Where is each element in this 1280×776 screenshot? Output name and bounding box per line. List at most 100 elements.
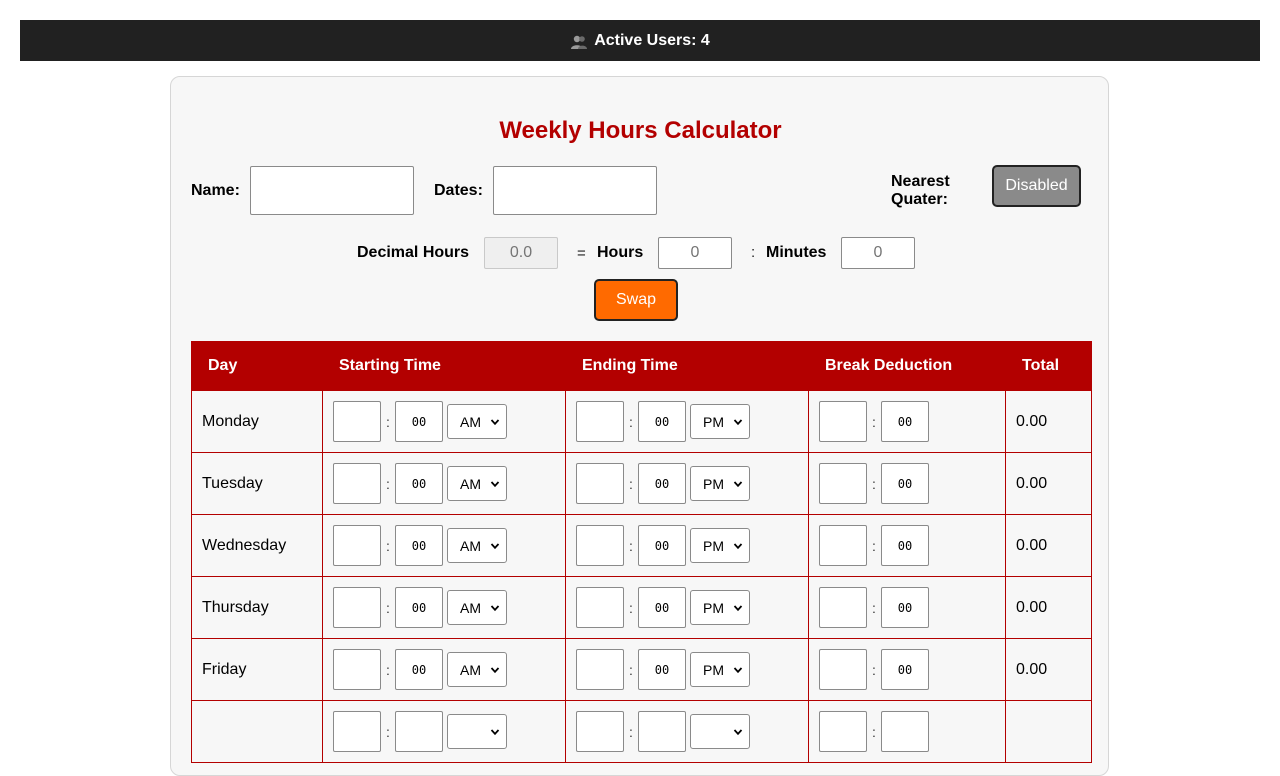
end-minute-input[interactable]: 00 xyxy=(638,587,686,628)
break-minute-input[interactable]: 00 xyxy=(881,525,929,566)
end-ampm-select[interactable]: PM xyxy=(690,404,750,439)
end-ampm-select[interactable]: PM xyxy=(690,652,750,687)
total-cell xyxy=(1005,700,1092,763)
start-minute-input[interactable]: 00 xyxy=(395,525,443,566)
weekly-hours-table: Day Starting Time Ending Time Break Dedu… xyxy=(191,341,1092,763)
start-colon: : xyxy=(386,661,390,678)
ending-time-cell: : xyxy=(565,700,809,763)
chevron-down-icon xyxy=(733,724,743,740)
break-deduction-cell: :00 xyxy=(808,452,1006,515)
name-label: Name: xyxy=(191,182,240,199)
start-minute-input[interactable] xyxy=(395,711,443,752)
nearest-quarter-label-line2: Quater: xyxy=(891,191,948,208)
end-minute-input[interactable]: 00 xyxy=(638,401,686,442)
end-hour-input[interactable] xyxy=(576,649,624,690)
chevron-down-icon xyxy=(733,476,743,492)
dates-input[interactable] xyxy=(493,166,657,215)
end-hour-input[interactable] xyxy=(576,463,624,504)
decimal-hours-input[interactable] xyxy=(484,237,558,269)
chevron-down-icon xyxy=(490,600,500,616)
swap-button[interactable]: Swap xyxy=(594,279,678,321)
break-minute-input[interactable]: 00 xyxy=(881,587,929,628)
end-ampm-select[interactable]: PM xyxy=(690,590,750,625)
end-ampm-value: PM xyxy=(703,413,724,430)
break-deduction-cell: :00 xyxy=(808,514,1006,577)
ending-time-cell: :00 PM xyxy=(565,452,809,515)
start-hour-input[interactable] xyxy=(333,401,381,442)
end-ampm-value: PM xyxy=(703,661,724,678)
start-ampm-select[interactable]: AM xyxy=(447,528,507,563)
break-hour-input[interactable] xyxy=(819,463,867,504)
end-minute-input[interactable]: 00 xyxy=(638,463,686,504)
break-minute-input[interactable] xyxy=(881,711,929,752)
end-hour-input[interactable] xyxy=(576,525,624,566)
end-minute-input[interactable] xyxy=(638,711,686,752)
start-ampm-select[interactable]: AM xyxy=(447,652,507,687)
start-minute-input[interactable]: 00 xyxy=(395,463,443,504)
total-cell: 0.00 xyxy=(1005,452,1092,515)
total-value: 0.00 xyxy=(1016,598,1048,616)
total-value: 0.00 xyxy=(1016,660,1048,678)
end-hour-input[interactable] xyxy=(576,587,624,628)
end-hour-input[interactable] xyxy=(576,711,624,752)
break-colon: : xyxy=(872,661,876,678)
end-ampm-select[interactable] xyxy=(690,714,750,749)
nearest-quarter-toggle-button[interactable]: Disabled xyxy=(992,165,1081,207)
end-colon: : xyxy=(629,599,633,616)
day-cell: Thursday xyxy=(191,576,323,639)
start-hour-input[interactable] xyxy=(333,649,381,690)
break-hour-input[interactable] xyxy=(819,587,867,628)
start-minute-input[interactable]: 00 xyxy=(395,401,443,442)
end-ampm-value: PM xyxy=(703,537,724,554)
end-colon: : xyxy=(629,537,633,554)
starting-time-cell: :00 AM xyxy=(322,576,566,639)
day-cell: Friday xyxy=(191,638,323,701)
start-minute-input[interactable]: 00 xyxy=(395,649,443,690)
end-hour-input[interactable] xyxy=(576,401,624,442)
chevron-down-icon xyxy=(490,414,500,430)
end-minute-input[interactable]: 00 xyxy=(638,525,686,566)
end-ampm-select[interactable]: PM xyxy=(690,466,750,501)
break-hour-input[interactable] xyxy=(819,649,867,690)
hours-input[interactable] xyxy=(658,237,732,269)
start-minute-input[interactable]: 00 xyxy=(395,587,443,628)
chevron-down-icon xyxy=(490,476,500,492)
day-label: Friday xyxy=(202,660,247,678)
header-starting-time: Starting Time xyxy=(322,341,566,391)
break-minute-input[interactable]: 00 xyxy=(881,463,929,504)
start-hour-input[interactable] xyxy=(333,463,381,504)
starting-time-cell: :00 AM xyxy=(322,638,566,701)
day-label: Wednesday xyxy=(202,536,287,554)
break-minute-input[interactable]: 00 xyxy=(881,649,929,690)
start-ampm-select[interactable]: AM xyxy=(447,590,507,625)
start-hour-input[interactable] xyxy=(333,587,381,628)
table-row: ::: xyxy=(191,700,1092,763)
start-ampm-select[interactable] xyxy=(447,714,507,749)
starting-time-cell: :00 AM xyxy=(322,514,566,577)
header-ending-time: Ending Time xyxy=(565,341,809,391)
chevron-down-icon xyxy=(733,662,743,678)
total-cell: 0.00 xyxy=(1005,390,1092,453)
table-row: Wednesday:00 AM:00 PM:00 0.00 xyxy=(191,514,1092,577)
day-label: Thursday xyxy=(202,598,269,616)
minutes-input[interactable] xyxy=(841,237,915,269)
end-ampm-value: PM xyxy=(703,475,724,492)
break-colon: : xyxy=(872,723,876,740)
start-ampm-select[interactable]: AM xyxy=(447,466,507,501)
end-ampm-select[interactable]: PM xyxy=(690,528,750,563)
break-hour-input[interactable] xyxy=(819,401,867,442)
break-hour-input[interactable] xyxy=(819,711,867,752)
start-colon: : xyxy=(386,599,390,616)
break-hour-input[interactable] xyxy=(819,525,867,566)
end-colon: : xyxy=(629,413,633,430)
table-row: Friday:00 AM:00 PM:00 0.00 xyxy=(191,638,1092,701)
break-minute-input[interactable]: 00 xyxy=(881,401,929,442)
start-hour-input[interactable] xyxy=(333,525,381,566)
break-colon: : xyxy=(872,599,876,616)
end-minute-input[interactable]: 00 xyxy=(638,649,686,690)
start-ampm-select[interactable]: AM xyxy=(447,404,507,439)
name-input[interactable] xyxy=(250,166,414,215)
table-row: Tuesday:00 AM:00 PM:00 0.00 xyxy=(191,452,1092,515)
ending-time-cell: :00 PM xyxy=(565,390,809,453)
start-hour-input[interactable] xyxy=(333,711,381,752)
